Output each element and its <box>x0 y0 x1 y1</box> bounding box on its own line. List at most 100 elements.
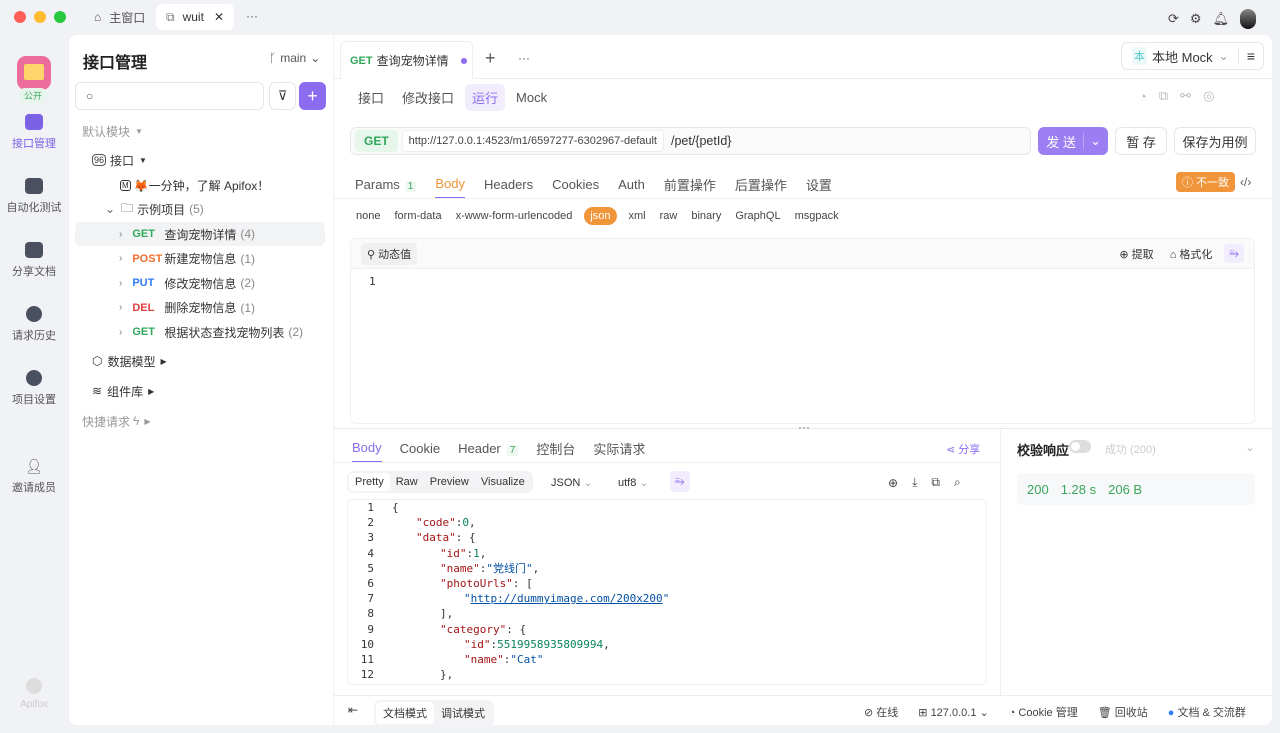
debug-mode-button[interactable]: 调试模式 <box>434 702 492 724</box>
gear-icon[interactable]: ⚙ <box>1190 11 1202 27</box>
request-tab[interactable]: Auth <box>618 177 645 198</box>
maximize-window-button[interactable] <box>54 11 66 23</box>
cookie-manager[interactable]: ◔ Cookie 管理 <box>1009 704 1078 720</box>
project-icon[interactable] <box>17 56 51 90</box>
body-editor[interactable]: ⚲ 动态值 ⊕ 提取 ⌂ 格式化 ⥱ 1 <box>350 238 1255 424</box>
response-tab[interactable]: Cookie <box>400 441 440 462</box>
host-select[interactable]: ⊞ 127.0.0.1 ⌄ <box>918 706 988 719</box>
chevron-down-icon[interactable]: ⌄ <box>1245 440 1255 454</box>
wrap-icon[interactable]: ⥱ <box>670 471 690 492</box>
settings-icon[interactable]: ◎ <box>1203 88 1214 104</box>
folder-examples[interactable]: ⌄🗀示例项目(5) <box>75 197 325 221</box>
download-icon[interactable]: ⤓ <box>912 475 917 490</box>
default-module[interactable]: 默认模块▼ <box>75 119 325 143</box>
nav-item-share-docs[interactable]: 分享文档 <box>0 242 68 279</box>
branch-select[interactable]: ᚴmain⌄ <box>269 51 320 65</box>
wrap-icon[interactable]: ⥱ <box>1224 244 1244 263</box>
endpoint-item[interactable]: ›GET查询宠物详情(4) <box>75 222 325 246</box>
copy-icon[interactable]: ⧉ <box>1159 88 1168 104</box>
trash-button[interactable]: 🗑︎ 回收站 <box>1098 704 1148 720</box>
send-button[interactable]: 发 送⌄ <box>1038 127 1108 155</box>
env-select[interactable]: 本 本地 Mock ⌄ ≡ <box>1121 42 1264 70</box>
endpoint-item[interactable]: ›DEL删除宠物信息(1) <box>75 296 325 320</box>
request-tab[interactable]: 前置操作 <box>664 175 716 200</box>
tab-active-request[interactable]: GET 查询宠物详情 <box>340 41 473 79</box>
body-type-option[interactable]: x-www-form-urlencoded <box>456 210 573 222</box>
nav-item-settings[interactable]: 项目设置 <box>0 370 68 407</box>
window-tab-home[interactable]: ⌂主窗口 <box>84 4 155 30</box>
request-tab[interactable]: 设置 <box>806 175 832 200</box>
validate-status[interactable]: 成功 (200) <box>1105 441 1156 457</box>
body-type-option[interactable]: form-data <box>394 210 441 222</box>
request-tab[interactable]: Params1 <box>355 177 416 198</box>
close-icon[interactable]: ✕ <box>214 10 224 24</box>
filter-button[interactable]: ⊽ <box>269 82 296 110</box>
resize-handle[interactable]: ··· <box>798 420 810 434</box>
nav-item-invite[interactable]: 👤︎邀请成员 <box>0 458 68 495</box>
collapse-icon[interactable]: ⇤ <box>348 703 358 717</box>
body-type-option[interactable]: xml <box>629 210 646 222</box>
nav-item-api-management[interactable]: 接口管理 <box>0 114 68 151</box>
response-tab[interactable]: Body <box>352 440 382 463</box>
tab-more-button[interactable]: ··· <box>518 51 530 65</box>
request-tab[interactable]: 后置操作 <box>735 175 787 200</box>
view-mode-pretty[interactable]: Pretty <box>349 473 390 491</box>
share-button[interactable]: ⋖ 分享 <box>946 441 980 457</box>
body-type-option[interactable]: msgpack <box>795 210 839 222</box>
online-status[interactable]: ⊘ 在线 <box>864 704 898 720</box>
view-mode-preview[interactable]: Preview <box>424 473 475 491</box>
nav-item-history[interactable]: 请求历史 <box>0 306 68 343</box>
components[interactable]: ≋组件库▶ <box>75 379 325 403</box>
close-window-button[interactable] <box>14 11 26 23</box>
add-button[interactable]: + <box>299 82 326 110</box>
response-tab[interactable]: Header7 <box>458 441 518 462</box>
view-mode-visualize[interactable]: Visualize <box>475 473 531 491</box>
extract-button[interactable]: ⊕ 提取 <box>1119 246 1153 262</box>
body-type-option[interactable]: binary <box>691 210 721 222</box>
new-tab-button[interactable]: + <box>485 48 496 69</box>
view-mode-raw[interactable]: Raw <box>390 473 424 491</box>
endpoint-item[interactable]: ›GET根据状态查找宠物列表(2) <box>75 320 325 344</box>
copy-icon[interactable]: ⧉ <box>931 475 940 490</box>
request-tab[interactable]: Headers <box>484 177 533 198</box>
path-input[interactable]: /pet/{petId} <box>671 134 731 148</box>
save-draft-button[interactable]: 暂 存 <box>1115 127 1167 155</box>
response-tab[interactable]: 实际请求 <box>593 439 645 464</box>
avatar[interactable] <box>1240 9 1256 29</box>
search-field[interactable] <box>99 89 249 104</box>
code-token[interactable]: http://dummyimage.com/200x200 <box>471 592 663 605</box>
search-icon[interactable]: ⌕ <box>954 475 961 490</box>
history-icon[interactable]: ◔ <box>1139 89 1147 104</box>
subtab[interactable]: 修改接口 <box>395 84 461 111</box>
response-body[interactable]: 1{2"code": 0,3"data": {4"id": 1,5"name":… <box>347 499 987 685</box>
upload-icon[interactable]: ⊕ <box>888 476 898 490</box>
format-select[interactable]: JSON ⌄ <box>551 476 593 489</box>
community-button[interactable]: ● 文档 & 交流群 <box>1168 704 1246 720</box>
code-icon[interactable]: ‹/› <box>1240 175 1251 189</box>
method-select[interactable]: GET <box>355 130 398 152</box>
chevron-down-icon[interactable]: ⌄ <box>1083 133 1107 149</box>
nav-item-auto-test[interactable]: 自动化测试 <box>0 178 68 215</box>
subtab[interactable]: 接口 <box>351 84 391 111</box>
doc-mode-button[interactable]: 文档模式 <box>376 702 434 724</box>
body-type-option[interactable]: none <box>356 210 380 222</box>
url-bar[interactable]: GET http://127.0.0.1:4523/m1/6597277-630… <box>350 127 1031 155</box>
quick-requests[interactable]: 快捷请求ϟ▶ <box>75 409 325 433</box>
intro-doc[interactable]: M🦊一分钟，了解 Apifox！ <box>75 173 325 197</box>
encoding-select[interactable]: utf8 ⌄ <box>618 476 649 489</box>
dynamic-value-button[interactable]: ⚲ 动态值 <box>361 243 417 265</box>
more-tabs-button[interactable]: ··· <box>246 9 258 23</box>
menu-icon[interactable]: ≡ <box>1238 48 1263 64</box>
share-link-icon[interactable]: ⚯ <box>1180 88 1191 104</box>
format-button[interactable]: ⌂ 格式化 <box>1170 246 1213 262</box>
search-input[interactable]: ○ <box>75 82 264 110</box>
subtab[interactable]: 运行 <box>465 84 505 111</box>
subtab[interactable]: Mock <box>509 86 554 109</box>
body-type-option[interactable]: GraphQL <box>735 210 780 222</box>
data-models[interactable]: ⬡数据模型▶ <box>75 349 325 373</box>
mismatch-badge[interactable]: ⓘ不一致 <box>1176 172 1235 192</box>
validate-toggle[interactable] <box>1069 440 1091 453</box>
folder-interfaces[interactable]: 96接口▼ <box>75 148 325 172</box>
refresh-icon[interactable]: ⟳ <box>1168 11 1179 27</box>
window-tab-project[interactable]: ⧉wuit✕ <box>156 4 234 30</box>
